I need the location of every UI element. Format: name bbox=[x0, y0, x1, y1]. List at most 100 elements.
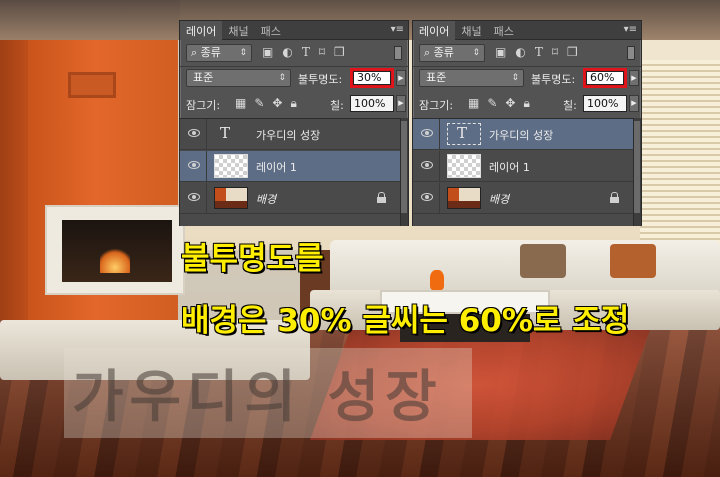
opacity-input[interactable]: 60% bbox=[586, 71, 624, 85]
layers-panel-right: 레이어 채널 패스 ▾≡ ⌕ 종류 ⇕ ▣ ◐ T ⌑ ❒ 표준 ⇕ 불투명도: 6… bbox=[412, 20, 642, 226]
panel-tab-bar: 레이어 채널 패스 bbox=[413, 21, 641, 40]
layer-row-type[interactable]: T 가우디의 성장 bbox=[413, 119, 635, 150]
lock-row: 잠그기: ▦ ✎ ✥ 🔒︎ 칠: 100% ▶ bbox=[413, 94, 641, 114]
scrollbar-thumb[interactable] bbox=[401, 121, 407, 213]
panel-tab-bar: 레이어 채널 패스 bbox=[180, 21, 408, 40]
orange-vase bbox=[430, 270, 444, 290]
opacity-highlight-box: 30% bbox=[350, 68, 394, 88]
divider bbox=[413, 66, 641, 67]
tab-paths[interactable]: 패스 bbox=[255, 21, 287, 40]
lock-icon bbox=[377, 192, 386, 203]
lock-all-icon[interactable]: 🔒︎ bbox=[523, 96, 529, 111]
tab-layers[interactable]: 레이어 bbox=[180, 21, 223, 40]
visibility-eye-icon[interactable] bbox=[188, 193, 200, 201]
shape-filter-icon[interactable]: ⌑ bbox=[319, 45, 325, 59]
panel-menu-icon[interactable]: ▾≡ bbox=[391, 24, 404, 35]
fill-label: 칠: bbox=[330, 99, 344, 112]
divider bbox=[206, 119, 207, 150]
layer-row-type[interactable]: T 가우디의 성장 bbox=[180, 119, 402, 150]
tab-paths[interactable]: 패스 bbox=[488, 21, 520, 40]
panel-menu-icon[interactable]: ▾≡ bbox=[624, 24, 637, 35]
type-layer-icon: T bbox=[220, 124, 231, 142]
opacity-dropdown-button[interactable]: ▶ bbox=[396, 70, 406, 86]
fill-label: 칠: bbox=[563, 99, 577, 112]
layer-list: T 가우디의 성장 레이어 1 배경 bbox=[413, 118, 635, 226]
divider bbox=[439, 119, 440, 150]
fill-dropdown-button[interactable]: ▶ bbox=[629, 95, 639, 112]
layer-row-background[interactable]: 배경 bbox=[413, 183, 635, 214]
lock-icons: ▦ ✎ ✥ 🔒︎ bbox=[235, 96, 297, 111]
orange-side-wall bbox=[0, 40, 30, 340]
caption-line-2: 배경은 30% 글씨는 60%로 조정 bbox=[180, 302, 630, 340]
lock-row: 잠그기: ▦ ✎ ✥ 🔒︎ 칠: 100% ▶ bbox=[180, 94, 408, 114]
opacity-dropdown-button[interactable]: ▶ bbox=[629, 70, 639, 86]
filter-icons: ▣ ◐ T ⌑ ❒ bbox=[495, 45, 578, 59]
lock-transparent-icon[interactable]: ▦ bbox=[468, 96, 479, 111]
tab-layers[interactable]: 레이어 bbox=[413, 21, 456, 40]
visibility-eye-icon[interactable] bbox=[421, 129, 433, 137]
filter-icons: ▣ ◐ T ⌑ ❒ bbox=[262, 45, 345, 59]
divider bbox=[439, 151, 440, 182]
type-filter-icon[interactable]: T bbox=[535, 45, 543, 59]
layer-list: T 가우디의 성장 레이어 1 배경 bbox=[180, 118, 402, 226]
filter-toggle[interactable] bbox=[394, 46, 402, 60]
lock-transparent-icon[interactable]: ▦ bbox=[235, 96, 246, 111]
adjustment-filter-icon[interactable]: ◐ bbox=[515, 45, 525, 59]
layer-thumbnail-transparent bbox=[447, 154, 481, 178]
filter-toggle[interactable] bbox=[627, 46, 635, 60]
layer-row-pixel[interactable]: 레이어 1 bbox=[413, 151, 635, 182]
divider bbox=[439, 183, 440, 214]
layer-name[interactable]: 배경 bbox=[256, 191, 276, 207]
lock-position-icon[interactable]: ✥ bbox=[505, 96, 515, 111]
lock-label: 잠그기: bbox=[186, 99, 221, 112]
fill-dropdown-button[interactable]: ▶ bbox=[396, 95, 406, 112]
filter-kind-select[interactable]: ⌕ 종류 ⇕ bbox=[186, 44, 252, 62]
visibility-eye-icon[interactable] bbox=[421, 193, 433, 201]
blend-mode-select[interactable]: 표준 ⇕ bbox=[419, 69, 524, 87]
visibility-eye-icon[interactable] bbox=[188, 129, 200, 137]
layer-name[interactable]: 배경 bbox=[489, 191, 509, 207]
visibility-eye-icon[interactable] bbox=[421, 161, 433, 169]
layer-name[interactable]: 가우디의 성장 bbox=[489, 127, 553, 143]
blend-mode-select[interactable]: 표준 ⇕ bbox=[186, 69, 291, 87]
pixel-filter-icon[interactable]: ▣ bbox=[262, 45, 273, 59]
blend-row: 표준 ⇕ 불투명도: 30% ▶ bbox=[180, 68, 408, 90]
fill-input[interactable]: 100% bbox=[350, 95, 394, 112]
pixel-filter-icon[interactable]: ▣ bbox=[495, 45, 506, 59]
lock-all-icon[interactable]: 🔒︎ bbox=[290, 96, 296, 111]
shape-filter-icon[interactable]: ⌑ bbox=[552, 45, 558, 59]
fire bbox=[100, 245, 130, 273]
blend-mode-value: 표준 bbox=[193, 71, 214, 84]
smart-object-filter-icon[interactable]: ❒ bbox=[567, 45, 578, 59]
lock-position-icon[interactable]: ✥ bbox=[272, 96, 282, 111]
tab-channels[interactable]: 채널 bbox=[222, 21, 254, 40]
adjustment-filter-icon[interactable]: ◐ bbox=[282, 45, 292, 59]
fill-input[interactable]: 100% bbox=[583, 95, 627, 112]
filter-kind-select[interactable]: ⌕ 종류 ⇕ bbox=[419, 44, 485, 62]
layer-filter-row: ⌕ 종류 ⇕ ▣ ◐ T ⌑ ❒ bbox=[180, 43, 408, 65]
smart-object-filter-icon[interactable]: ❒ bbox=[334, 45, 345, 59]
window-blinds bbox=[640, 60, 720, 250]
visibility-eye-icon[interactable] bbox=[188, 161, 200, 169]
opacity-input[interactable]: 30% bbox=[353, 71, 391, 85]
tab-channels[interactable]: 채널 bbox=[455, 21, 487, 40]
wall-vent bbox=[68, 72, 116, 98]
lock-icons: ▦ ✎ ✥ 🔒︎ bbox=[468, 96, 530, 111]
filter-kind-label: 종류 bbox=[433, 46, 454, 59]
layer-row-pixel[interactable]: 레이어 1 bbox=[180, 151, 402, 182]
layer-name[interactable]: 가우디의 성장 bbox=[256, 127, 320, 143]
divider bbox=[206, 183, 207, 214]
scrollbar-thumb[interactable] bbox=[634, 121, 640, 213]
layer-row-background[interactable]: 배경 bbox=[180, 183, 402, 214]
layer-thumbnail-photo bbox=[447, 187, 481, 209]
layer-filter-row: ⌕ 종류 ⇕ ▣ ◐ T ⌑ ❒ bbox=[413, 43, 641, 65]
divider bbox=[180, 66, 408, 67]
watermark-text: 가우디의 성장 bbox=[72, 365, 443, 430]
type-filter-icon[interactable]: T bbox=[302, 45, 310, 59]
layer-name[interactable]: 레이어 1 bbox=[256, 159, 297, 175]
lock-brush-icon[interactable]: ✎ bbox=[487, 96, 497, 111]
lock-brush-icon[interactable]: ✎ bbox=[254, 96, 264, 111]
lock-label: 잠그기: bbox=[419, 99, 454, 112]
filter-kind-label: 종류 bbox=[200, 46, 221, 59]
layer-name[interactable]: 레이어 1 bbox=[489, 159, 530, 175]
